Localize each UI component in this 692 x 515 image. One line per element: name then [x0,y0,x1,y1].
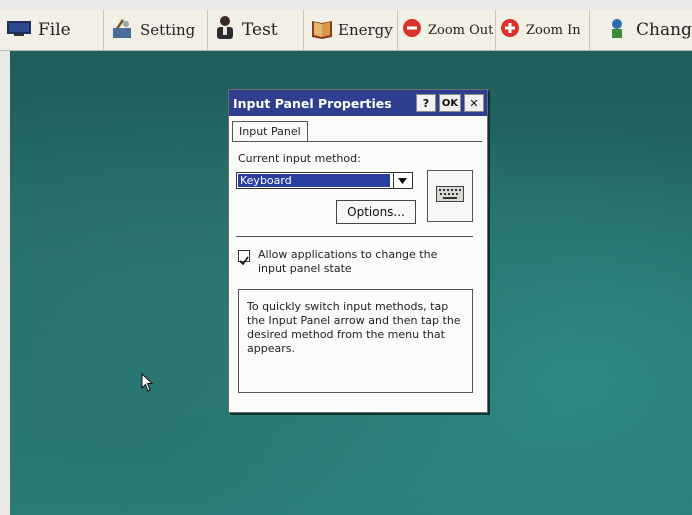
checkmark-icon [239,256,249,266]
options-button[interactable]: Options... [336,200,416,224]
change-label: Chang [636,20,692,40]
energy-label: Energy [338,21,393,39]
monitor-icon [6,18,32,43]
zoom-out-button[interactable]: Zoom Out [398,10,496,50]
mouse-pointer-icon [141,372,155,397]
file-menu[interactable]: File [0,10,104,50]
test-menu[interactable]: Test [208,10,304,50]
setting-menu[interactable]: Setting [104,10,208,50]
current-method-label: Current input method: [238,152,361,165]
allow-change-checkbox[interactable] [238,250,250,266]
zoom-in-label: Zoom In [526,22,581,38]
input-method-dropdown[interactable]: Keyboard [236,172,413,189]
help-text-box: To quickly switch input methods, tap the… [238,289,473,393]
top-toolbar: File Setting Test Energy Zoom Out Zoom I… [0,10,692,51]
test-label: Test [242,20,278,40]
divider [236,236,473,237]
keyboard-button[interactable] [427,170,473,222]
help-button[interactable]: ? [416,94,436,112]
zoom-out-label: Zoom Out [428,22,494,38]
dropdown-arrow-icon[interactable] [393,173,411,188]
swap-icon [608,17,626,44]
setting-label: Setting [140,21,196,39]
input-panel-properties-dialog: Input Panel Properties ? OK ✕ Input Pane… [228,89,488,413]
zoom-out-icon [402,18,422,42]
dialog-title: Input Panel Properties [233,95,392,111]
person-icon [214,15,236,46]
selected-method: Keyboard [238,174,390,187]
dialog-titlebar[interactable]: Input Panel Properties ? OK ✕ [229,90,487,116]
keyboard-icon [436,186,464,206]
ok-button[interactable]: OK [439,94,461,112]
energy-menu[interactable]: Energy [304,10,398,50]
tools-icon [110,16,134,44]
close-button[interactable]: ✕ [464,94,484,112]
tab-input-panel[interactable]: Input Panel [232,121,308,142]
change-menu[interactable]: Chang [590,10,692,50]
zoom-in-button[interactable]: Zoom In [496,10,590,50]
book-icon [310,17,334,43]
file-label: File [38,20,71,40]
allow-change-label[interactable]: Allow applications to change the input p… [258,248,468,276]
zoom-in-icon [500,18,520,42]
